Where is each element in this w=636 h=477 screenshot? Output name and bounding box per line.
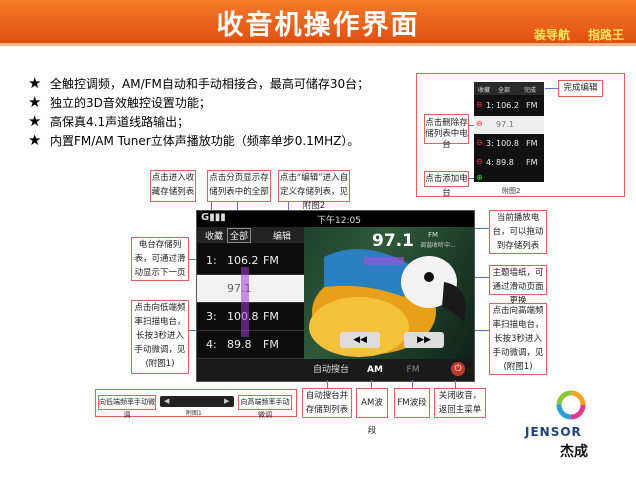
callout-wallpaper: 主题墙纸，可通过滑动页面更换	[489, 265, 547, 306]
annex1-label: 附图1	[186, 410, 202, 417]
star-icon: ★	[28, 74, 42, 92]
callout-favorites: 点击进入收藏存储列表	[150, 170, 196, 202]
preset-row[interactable]: 4: 89.8 FM	[197, 331, 304, 359]
delete-icon[interactable]: ⊖	[476, 100, 483, 109]
annex2-tab-fav[interactable]: 收藏	[478, 85, 490, 94]
bottom-toolbar: 自动搜台 AM FM ⏻	[197, 359, 474, 381]
signal-icon: G▮▮▮	[201, 212, 226, 223]
clock: 下午12:05	[317, 216, 361, 226]
callout-line	[474, 228, 489, 229]
nav-link-zhiluwang[interactable]: 指路王	[588, 26, 624, 43]
preset-list[interactable]: 收藏 全部 编辑 1: 106.2 FM 97.1 3: 100.8 FM 4:…	[197, 227, 304, 359]
callout-delete-station: 点击删除存储列表中电台	[424, 114, 469, 150]
wallpaper-image[interactable]: 97.1 FM 调谐收听中... ◀◀ ▶▶	[304, 227, 474, 359]
edit-button[interactable]: 编辑	[273, 229, 291, 242]
callout-add-station: 点击添加电台	[424, 171, 469, 198]
drag-arrow-icon	[241, 267, 249, 337]
annex2-row[interactable]: ⊖ 3: 100.8 FM	[474, 135, 544, 153]
radio-status-bar: G▮▮▮ 下午12:05	[197, 211, 474, 227]
tune-up-icon[interactable]: ▶	[224, 397, 229, 405]
add-station-icon[interactable]: ⊕	[476, 173, 483, 182]
callout-line	[474, 277, 489, 278]
preset-tabs: 收藏 全部 编辑	[197, 227, 304, 243]
tab-all[interactable]: 全部	[227, 228, 252, 243]
annex2-tab-done[interactable]: 完成	[524, 85, 536, 94]
am-button[interactable]: AM	[359, 362, 391, 378]
callout-am-band: AM波段	[356, 388, 388, 436]
tab-favorites[interactable]: 收藏	[205, 229, 223, 242]
radio-screen: G▮▮▮ 下午12:05 收藏 全部 编辑 1: 106.2 FM 97.1 3…	[196, 210, 475, 382]
callout-line	[412, 380, 413, 388]
delete-icon[interactable]: ⊖	[476, 119, 483, 128]
star-icon: ★	[28, 93, 42, 111]
logo-cn: 杰成	[560, 444, 588, 460]
callout-close: 关闭收音，返回主菜单	[434, 388, 486, 418]
fm-button[interactable]: FM	[397, 362, 429, 378]
annex2-row[interactable]: ⊖ 4: 89.8 FM	[474, 154, 544, 172]
callout-seek-high: 点击向高端频率扫描电台，长按3秒进入手动微调，见(附图1)	[489, 303, 547, 375]
delete-icon[interactable]: ⊖	[476, 157, 483, 166]
callout-auto-search: 自动搜台并存储到列表	[302, 388, 352, 418]
callout-seek-low: 点击向低端频率扫描电台，长按3秒进入手动微调，见(附图1)	[131, 300, 189, 374]
callout-fm-band: FM波段	[394, 388, 430, 418]
annex1-right-hint: 向高端频率手动微调	[238, 395, 292, 419]
callout-line	[371, 380, 372, 388]
callout-all: 点击分页显示存储列表中的全部	[207, 170, 271, 202]
star-icon: ★	[28, 131, 42, 149]
callout-line	[545, 88, 558, 89]
callout-line	[455, 380, 456, 388]
feature-item: ★ 内置FM/AM Tuner立体声播放功能（频率单步0.1MHZ）。	[28, 131, 360, 149]
annex2-label: 附图2	[502, 187, 521, 195]
preset-row[interactable]: 1: 106.2 FM	[197, 247, 304, 275]
feature-item: ★ 独立的3D音效触控设置功能；	[28, 93, 211, 111]
callout-now-playing: 当前播放电台，可以拖动到存储列表	[489, 210, 547, 254]
callout-station-list: 电台存储列表，可通过滑动显示下一页	[131, 237, 189, 281]
callout-line	[469, 178, 474, 179]
auto-search-button[interactable]: 自动搜台	[305, 362, 357, 378]
annex1-left-hint: 向低端频率手动微调	[98, 395, 156, 419]
seek-up-button[interactable]: ▶▶	[404, 332, 444, 348]
current-info: 调谐收听中...	[420, 242, 456, 249]
logo-text: JENSOR	[525, 425, 582, 439]
feature-item: ★ 全触控调频，AM/FM自动和手动相接合，最高可储存30台；	[28, 74, 370, 92]
seek-down-button[interactable]: ◀◀	[340, 332, 380, 348]
jensor-logo-icon	[556, 390, 586, 420]
preset-row-selected[interactable]: 97.1	[197, 275, 304, 303]
tune-down-icon[interactable]: ◀	[164, 397, 169, 405]
callout-done-edit: 完成编辑	[558, 80, 603, 97]
star-icon: ★	[28, 112, 42, 130]
feature-item: ★ 高保真4.1声道线路输出；	[28, 112, 190, 130]
annex2-screen: 收藏 全部 完成 ⊖ 1: 106.2 FM ⊖ 97.1 ⊖ 3: 100.8…	[474, 82, 544, 182]
callout-line	[327, 380, 328, 388]
current-frequency: 97.1	[372, 231, 414, 251]
current-band: FM	[428, 231, 439, 239]
callout-edit: 点击“编辑”进入自定义存储列表，见 附图2	[278, 170, 350, 211]
preset-row[interactable]: 3: 100.8 FM	[197, 303, 304, 331]
annex2-row[interactable]: ⊖ 1: 106.2 FM	[474, 97, 544, 115]
callout-line	[469, 125, 474, 126]
annex2-tabs: 收藏 全部 完成	[474, 82, 544, 95]
now-playing-box[interactable]: 97.1 FM 调谐收听中...	[316, 229, 468, 253]
power-icon[interactable]: ⏻	[451, 362, 465, 376]
fine-tune-bar[interactable]: ◀ ▶	[160, 396, 234, 407]
delete-icon[interactable]: ⊖	[476, 138, 483, 147]
annex2-tab-all[interactable]: 全部	[498, 85, 510, 94]
nav-link-navigation[interactable]: 装导航	[534, 26, 570, 43]
annex2-row[interactable]: ⊖ 97.1	[474, 116, 544, 134]
